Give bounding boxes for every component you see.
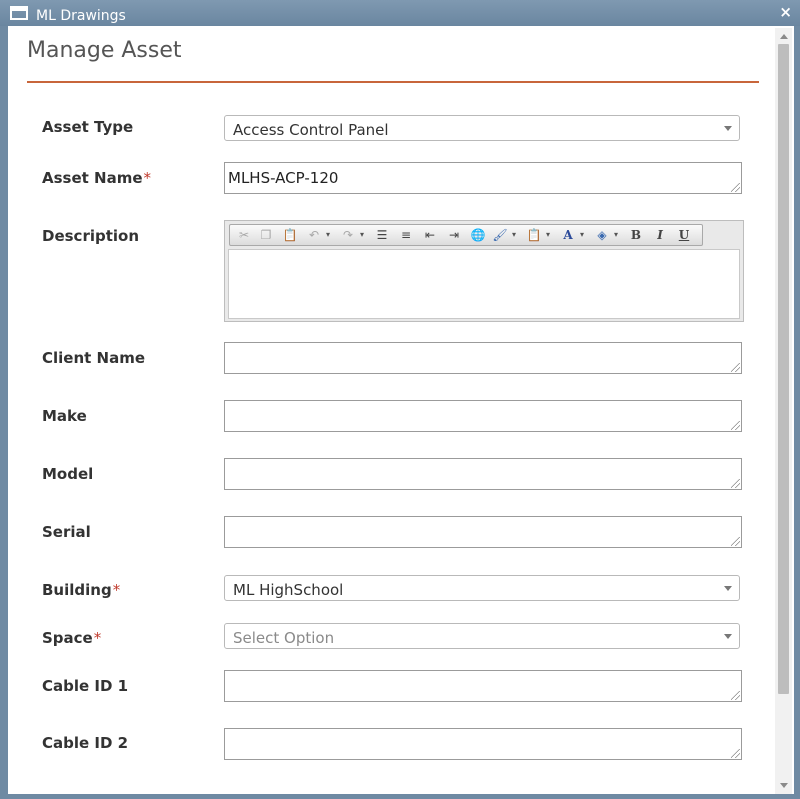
model-input[interactable] (224, 458, 742, 490)
window-title: ML Drawings (36, 8, 126, 24)
bullet-list-icon[interactable]: ☰ (374, 227, 390, 243)
serial-label: Serial (42, 523, 91, 541)
required-marker: * (143, 169, 152, 187)
description-editor: ✂ ❐ 📋 ↶ ▾ ↷ ▾ ☰ ≡ ⇤ ⇥ 🌐 🖌 ▾ 📋 ▾ A ▾ ◈ ▾ (224, 220, 744, 322)
highlight-icon[interactable]: ◈ (594, 227, 610, 243)
model-label: Model (42, 465, 94, 483)
font-color-icon[interactable]: A (560, 227, 576, 243)
cable-id-1-input[interactable] (224, 670, 742, 702)
space-select[interactable]: Select Option (224, 623, 740, 649)
editor-toolbar: ✂ ❐ 📋 ↶ ▾ ↷ ▾ ☰ ≡ ⇤ ⇥ 🌐 🖌 ▾ 📋 ▾ A ▾ ◈ ▾ (229, 224, 703, 246)
format-brush-icon[interactable]: 🖌 (492, 227, 508, 243)
resize-grip-icon[interactable] (731, 691, 740, 700)
resize-grip-icon[interactable] (731, 421, 740, 430)
asset-type-label: Asset Type (42, 118, 134, 136)
make-label: Make (42, 407, 87, 425)
title-divider (27, 81, 759, 83)
font-color-dropdown-icon[interactable]: ▾ (578, 227, 586, 243)
format-dropdown-icon[interactable]: ▾ (510, 227, 518, 243)
resize-grip-icon[interactable] (731, 479, 740, 488)
paste-special-icon[interactable]: 📋 (526, 227, 542, 243)
client-name-input[interactable] (224, 342, 742, 374)
make-input[interactable] (224, 400, 742, 432)
italic-icon[interactable]: I (652, 227, 668, 243)
serial-input[interactable] (224, 516, 742, 548)
space-label: Space* (42, 629, 102, 647)
asset-name-label: Asset Name* (42, 169, 152, 187)
cable-id-2-label: Cable ID 2 (42, 734, 129, 752)
scroll-down-icon[interactable] (780, 783, 788, 788)
paste-dropdown-icon[interactable]: ▾ (544, 227, 552, 243)
building-label: Building* (42, 581, 121, 599)
title-bar[interactable]: ML Drawings × (0, 0, 800, 26)
page-title: Manage Asset (27, 38, 182, 63)
scroll-up-icon[interactable] (780, 34, 788, 39)
building-select[interactable]: ML HighSchool (224, 575, 740, 601)
chevron-down-icon (724, 126, 732, 131)
vertical-scrollbar[interactable] (775, 28, 792, 794)
redo-icon[interactable]: ↷ (340, 227, 356, 243)
cable-id-2-input[interactable] (224, 728, 742, 760)
chevron-down-icon (724, 634, 732, 639)
asset-name-value: MLHS-ACP-120 (228, 169, 339, 187)
bold-icon[interactable]: B (628, 227, 644, 243)
close-icon[interactable]: × (779, 4, 792, 20)
cable-id-1-label: Cable ID 1 (42, 677, 129, 695)
paste-icon[interactable]: 📋 (282, 227, 298, 243)
dialog-window: ML Drawings × Manage Asset Asset Type Ac… (0, 0, 800, 799)
numbered-list-icon[interactable]: ≡ (398, 227, 414, 243)
window-bottom-border (0, 794, 800, 799)
description-edit-area[interactable] (228, 249, 740, 319)
redo-dropdown-icon[interactable]: ▾ (358, 227, 366, 243)
window-icon (10, 6, 28, 20)
asset-type-select[interactable]: Access Control Panel (224, 115, 740, 141)
client-name-label: Client Name (42, 349, 146, 367)
link-icon[interactable]: 🌐 (470, 227, 486, 243)
chevron-down-icon (724, 586, 732, 591)
resize-grip-icon[interactable] (731, 749, 740, 758)
underline-icon[interactable]: U (676, 227, 692, 243)
undo-dropdown-icon[interactable]: ▾ (324, 227, 332, 243)
scrollbar-thumb[interactable] (778, 44, 789, 694)
highlight-dropdown-icon[interactable]: ▾ (612, 227, 620, 243)
undo-icon[interactable]: ↶ (306, 227, 322, 243)
asset-type-value: Access Control Panel (233, 121, 389, 139)
required-marker: * (112, 581, 121, 599)
space-placeholder: Select Option (233, 629, 335, 647)
resize-grip-icon[interactable] (731, 363, 740, 372)
cut-icon[interactable]: ✂ (236, 227, 252, 243)
building-value: ML HighSchool (233, 581, 344, 599)
required-marker: * (93, 629, 102, 647)
outdent-icon[interactable]: ⇤ (422, 227, 438, 243)
resize-grip-icon[interactable] (731, 183, 740, 192)
indent-icon[interactable]: ⇥ (446, 227, 462, 243)
resize-grip-icon[interactable] (731, 537, 740, 546)
dialog-content: Manage Asset Asset Type Access Control P… (8, 26, 794, 794)
copy-icon[interactable]: ❐ (258, 227, 274, 243)
description-label: Description (42, 227, 140, 245)
asset-name-input[interactable]: MLHS-ACP-120 (224, 162, 742, 194)
